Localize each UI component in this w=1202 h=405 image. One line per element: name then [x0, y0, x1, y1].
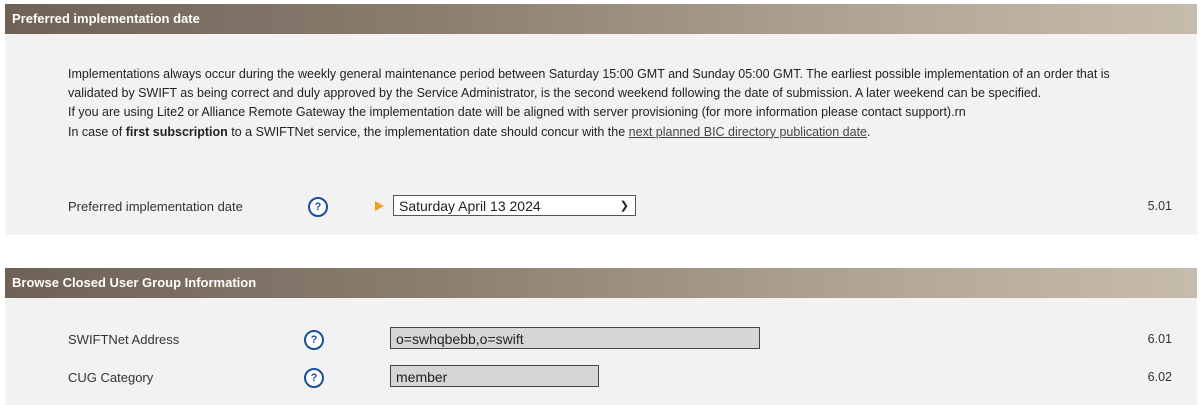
implementation-intro-text: Implementations always occur during the …: [68, 65, 1148, 142]
browse-cug-section: Browse Closed User Group Information SWI…: [5, 268, 1197, 405]
swiftnet-address-field[interactable]: o=swhqbebb,o=swift: [390, 327, 760, 349]
cug-category-field[interactable]: member: [390, 365, 599, 387]
implementation-date-select[interactable]: Saturday April 13 2024 ❯: [393, 195, 636, 216]
swiftnet-address-row: SWIFTNet Address ? o=swhqbebb,o=swift 6.…: [5, 327, 1197, 353]
preferred-implementation-date-label: Preferred implementation date: [68, 199, 243, 214]
section-header-preferred-implementation: Preferred implementation date: [5, 4, 1197, 34]
chevron-down-icon: ❯: [619, 200, 629, 212]
section-header-browse-cug: Browse Closed User Group Information: [5, 268, 1197, 298]
preferred-implementation-date-row: Preferred implementation date ? Saturday…: [5, 194, 1197, 220]
row-number: 5.01: [1147, 199, 1172, 213]
selected-date-value: Saturday April 13 2024: [399, 198, 541, 214]
first-subscription-bold: first subscription: [125, 124, 228, 139]
help-icon[interactable]: ?: [308, 197, 328, 217]
help-icon[interactable]: ?: [304, 368, 324, 388]
cug-category-row: CUG Category ? member 6.02: [5, 365, 1197, 391]
intro-paragraph-1: Implementations always occur during the …: [68, 67, 1110, 101]
row-number: 6.01: [1147, 332, 1172, 346]
preferred-implementation-section: Preferred implementation date Implementa…: [5, 4, 1197, 235]
swiftnet-address-label: SWIFTNet Address: [68, 332, 180, 347]
help-icon[interactable]: ?: [304, 330, 324, 350]
orange-pointer-icon: [375, 201, 384, 211]
bic-directory-publication-link[interactable]: next planned BIC directory publication d…: [629, 125, 867, 139]
cug-category-label: CUG Category: [68, 370, 154, 385]
intro-paragraph-3: In case of first subscription to a SWIFT…: [68, 124, 871, 139]
row-number: 6.02: [1147, 370, 1172, 384]
intro-paragraph-2: If you are using Lite2 or Alliance Remot…: [68, 105, 966, 120]
